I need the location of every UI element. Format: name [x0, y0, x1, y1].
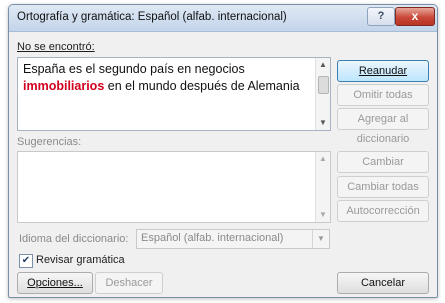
undo-button[interactable]: Deshacer — [95, 272, 163, 294]
help-button[interactable]: ? — [367, 7, 395, 26]
not-found-label: No se encontró: — [17, 41, 95, 53]
options-button[interactable]: Opciones... — [17, 272, 93, 294]
autocorrect-button[interactable]: Autocorrección — [337, 200, 429, 222]
suggestions-label: Sugerencias: — [17, 136, 82, 148]
close-button[interactable]: x — [395, 7, 435, 26]
suggestions-scrollbar[interactable]: ▲ ▼ — [315, 152, 330, 222]
scroll-thumb[interactable] — [318, 76, 329, 94]
grammar-checkbox[interactable]: ✔ — [19, 254, 33, 268]
suggestions-scroll-up-icon[interactable]: ▲ — [316, 152, 330, 166]
suggestions-list[interactable]: ▲ ▼ — [17, 151, 331, 223]
add-to-dictionary-button[interactable]: Agregar al diccionario — [337, 108, 429, 145]
resume-button[interactable]: Reanudar — [337, 60, 429, 82]
sentence-text: España es el segundo país en negocios im… — [23, 61, 308, 95]
grammar-checkbox-label: Revisar gramática — [36, 254, 125, 266]
not-found-scrollbar[interactable]: ▲ ▼ — [315, 58, 330, 130]
spelling-dialog: Ortografía y gramática: Español (alfab. … — [8, 4, 438, 298]
error-word[interactable]: immobiliarios — [23, 79, 104, 93]
suggestions-scroll-down-icon[interactable]: ▼ — [316, 208, 330, 222]
resume-button-label: Reanudar — [358, 65, 408, 77]
sentence-text-before: España es el segundo país en negocios — [23, 62, 245, 76]
change-button[interactable]: Cambiar — [337, 151, 429, 173]
dictionary-select[interactable]: Español (alfab. internacional) ▼ — [136, 229, 330, 249]
ignore-all-button[interactable]: Omitir todas — [337, 84, 429, 106]
title-bar: Ortografía y gramática: Español (alfab. … — [9, 5, 437, 32]
scroll-up-icon[interactable]: ▲ — [316, 58, 330, 72]
not-found-textbox[interactable]: España es el segundo país en negocios im… — [17, 57, 331, 131]
chevron-down-icon: ▼ — [312, 230, 329, 248]
cancel-button[interactable]: Cancelar — [337, 272, 429, 294]
scroll-down-icon[interactable]: ▼ — [316, 116, 330, 130]
window-title: Ortografía y gramática: Español (alfab. … — [17, 11, 287, 23]
change-all-button[interactable]: Cambiar todas — [337, 176, 429, 198]
sentence-text-after: en el mundo después de Alemania — [104, 79, 300, 93]
options-button-label: Opciones... — [27, 277, 83, 289]
dictionary-value: Español (alfab. internacional) — [141, 232, 284, 244]
dictionary-label: Idioma del diccionario: — [19, 233, 129, 245]
